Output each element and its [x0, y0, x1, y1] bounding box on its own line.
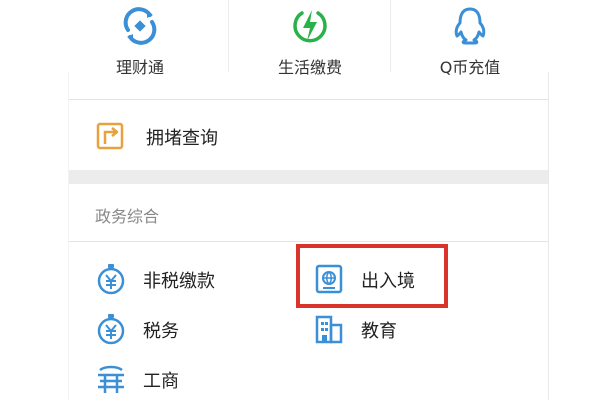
- jam-query-label: 拥堵查询: [146, 128, 218, 149]
- service-row: 理财通 生活缴费 Q币充值: [0, 0, 601, 77]
- item-label: 税务: [143, 321, 179, 342]
- service-label: 理财通: [115, 58, 164, 77]
- yuan-stopwatch-icon: [97, 264, 125, 295]
- tax-item[interactable]: 税务: [95, 311, 275, 347]
- item-label: 教育: [361, 321, 397, 342]
- lightning-icon: [293, 10, 327, 43]
- licaitong-icon: [123, 7, 157, 45]
- item-label: 非税缴款: [143, 271, 215, 292]
- business-icon: [98, 365, 124, 393]
- section-separator: [69, 170, 548, 184]
- card-edge: [548, 72, 549, 400]
- school-building-icon: [315, 315, 343, 344]
- qq-penguin-icon: [454, 7, 486, 45]
- business-item[interactable]: 工商: [95, 361, 275, 397]
- yuan-stopwatch-icon: [97, 314, 125, 345]
- divider: [69, 241, 548, 242]
- service-life-payment[interactable]: 生活缴费: [220, 0, 400, 77]
- jam-query-item[interactable]: 拥堵查询: [69, 100, 548, 170]
- service-label: 生活缴费: [277, 58, 342, 77]
- section-title: 政务综合: [95, 207, 160, 226]
- service-label: Q币充值: [439, 58, 501, 77]
- education-item[interactable]: 教育: [313, 311, 433, 347]
- non-tax-payment-item[interactable]: 非税缴款: [95, 261, 275, 297]
- service-qcoin-recharge[interactable]: Q币充值: [380, 0, 560, 77]
- highlight-box: [296, 244, 448, 308]
- item-label: 工商: [143, 371, 179, 392]
- service-licaitong[interactable]: 理财通: [50, 0, 230, 77]
- route-sign-icon: [96, 122, 124, 150]
